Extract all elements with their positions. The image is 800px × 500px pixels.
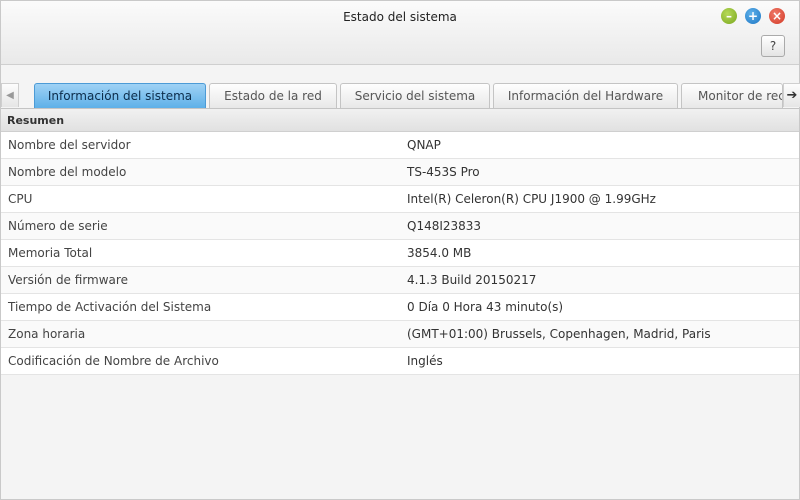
tab-system-service[interactable]: Servicio del sistema bbox=[340, 83, 490, 108]
row-value: 4.1.3 Build 20150217 bbox=[407, 273, 537, 287]
summary-table: Nombre del servidor QNAP Nombre del mode… bbox=[1, 132, 799, 375]
row-label: Codificación de Nombre de Archivo bbox=[8, 354, 219, 368]
row-label: Tiempo de Activación del Sistema bbox=[8, 300, 212, 314]
maximize-icon[interactable]: + bbox=[745, 8, 761, 24]
row-value: Q148I23833 bbox=[407, 219, 482, 233]
minimize-icon[interactable]: – bbox=[721, 8, 737, 24]
window-title: Estado del sistema bbox=[343, 10, 457, 24]
table-row: Nombre del servidor QNAP bbox=[1, 132, 799, 159]
table-row: Número de serie Q148I23833 bbox=[1, 213, 799, 240]
table-row: Nombre del modelo TS-453S Pro bbox=[1, 159, 799, 186]
system-status-window: Estado del sistema – + × ? ◀ Información… bbox=[0, 0, 800, 500]
arrow-right-icon[interactable]: ➔ bbox=[783, 83, 800, 107]
row-label: Nombre del modelo bbox=[8, 165, 127, 179]
close-icon[interactable]: × bbox=[769, 8, 785, 24]
row-label: Nombre del servidor bbox=[8, 138, 131, 152]
row-label: CPU bbox=[8, 192, 33, 206]
row-label: Zona horaria bbox=[8, 327, 86, 341]
row-value: (GMT+01:00) Brussels, Copenhagen, Madrid… bbox=[407, 327, 711, 341]
tab-network-status[interactable]: Estado de la red bbox=[209, 83, 337, 108]
row-value: Intel(R) Celeron(R) CPU J1900 @ 1.99GHz bbox=[407, 192, 656, 206]
system-info-panel: Resumen Nombre del servidor QNAP Nombre … bbox=[1, 109, 799, 375]
row-value: Inglés bbox=[407, 354, 443, 368]
row-value: QNAP bbox=[407, 138, 441, 152]
row-value: TS-453S Pro bbox=[407, 165, 480, 179]
row-label: Memoria Total bbox=[8, 246, 93, 260]
row-value: 3854.0 MB bbox=[407, 246, 472, 260]
tab-hardware-info[interactable]: Información del Hardware bbox=[493, 83, 678, 108]
row-label: Versión de firmware bbox=[8, 273, 128, 287]
tab-system-info[interactable]: Información del sistema bbox=[34, 83, 206, 108]
tab-resource-monitor[interactable]: Monitor de recursos bbox=[681, 83, 783, 108]
table-row: Versión de firmware 4.1.3 Build 20150217 bbox=[1, 267, 799, 294]
table-row: Zona horaria (GMT+01:00) Brussels, Copen… bbox=[1, 321, 799, 348]
row-value: 0 Día 0 Hora 43 minuto(s) bbox=[407, 300, 564, 314]
table-row: Memoria Total 3854.0 MB bbox=[1, 240, 799, 267]
table-row: CPU Intel(R) Celeron(R) CPU J1900 @ 1.99… bbox=[1, 186, 799, 213]
arrow-left-icon[interactable]: ◀ bbox=[1, 83, 19, 107]
tab-bar: ◀ Información del sistema Estado de la r… bbox=[1, 83, 800, 109]
help-button[interactable]: ? bbox=[761, 35, 785, 57]
title-bar: Estado del sistema – + × ? bbox=[1, 1, 799, 65]
table-row: Tiempo de Activación del Sistema 0 Día 0… bbox=[1, 294, 799, 321]
row-label: Número de serie bbox=[8, 219, 108, 233]
table-row: Codificación de Nombre de Archivo Inglés bbox=[1, 348, 799, 375]
section-header-summary: Resumen bbox=[1, 109, 799, 132]
